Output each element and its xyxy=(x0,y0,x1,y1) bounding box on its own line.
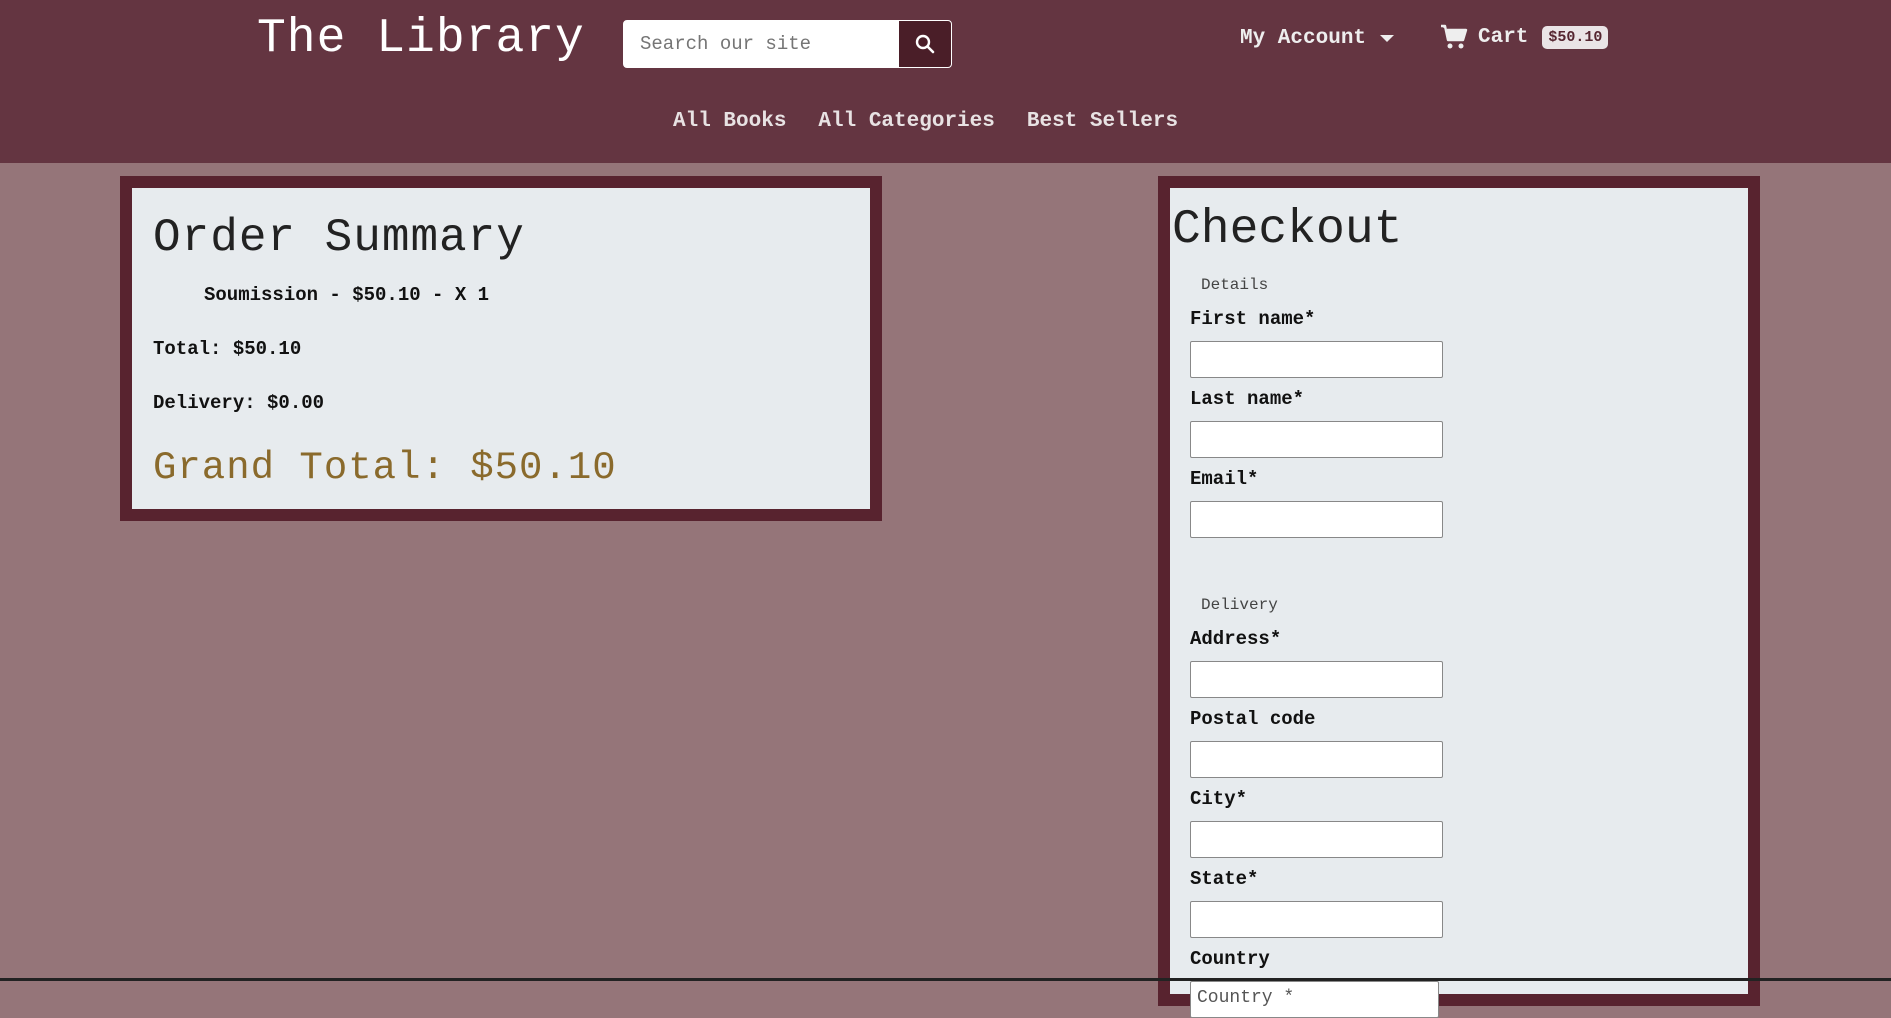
details-legend: Details xyxy=(1201,276,1269,294)
country-label: Country xyxy=(1190,948,1270,970)
country-select[interactable]: Country * xyxy=(1190,981,1439,1018)
email-label: Email* xyxy=(1190,468,1259,490)
order-item-line: Soumission - $50.10 - X 1 xyxy=(204,284,490,306)
order-summary-title: Order Summary xyxy=(153,212,525,264)
search-button[interactable] xyxy=(898,21,951,67)
order-delivery: Delivery: $0.00 xyxy=(153,392,325,414)
postal-code-field[interactable] xyxy=(1190,741,1443,778)
address-label: Address* xyxy=(1190,628,1282,650)
state-field[interactable] xyxy=(1190,901,1443,938)
search-input[interactable] xyxy=(624,21,898,67)
nav-item-all-categories[interactable]: All Categories xyxy=(818,110,994,133)
order-summary-panel: Order Summary Soumission - $50.10 - X 1 … xyxy=(120,176,882,521)
checkout-title: Checkout xyxy=(1172,203,1403,257)
city-label: City* xyxy=(1190,788,1248,810)
my-account-dropdown[interactable]: My Account xyxy=(1240,27,1395,50)
caret-down-icon xyxy=(1380,35,1395,42)
city-field[interactable] xyxy=(1190,821,1443,858)
cart-icon xyxy=(1441,24,1468,49)
grand-total: Grand Total: $50.10 xyxy=(153,446,617,490)
my-account-label: My Account xyxy=(1240,27,1367,50)
first-name-label: First name* xyxy=(1190,308,1316,330)
postal-code-label: Postal code xyxy=(1190,708,1316,730)
search-icon xyxy=(915,34,935,54)
address-field[interactable] xyxy=(1190,661,1443,698)
cart-total-badge: $50.10 xyxy=(1542,25,1609,49)
nav-item-best-sellers[interactable]: Best Sellers xyxy=(1027,110,1178,133)
main-nav: All Books All Categories Best Sellers xyxy=(673,110,1178,133)
order-total: Total: $50.10 xyxy=(153,338,302,360)
search-form xyxy=(623,20,952,68)
delivery-legend: Delivery xyxy=(1201,596,1278,614)
header-bar: The Library My Account Cart $50.10 All B… xyxy=(0,0,1891,163)
site-brand[interactable]: The Library xyxy=(257,12,585,66)
first-name-field[interactable] xyxy=(1190,341,1443,378)
last-name-label: Last name* xyxy=(1190,388,1305,410)
state-label: State* xyxy=(1190,868,1259,890)
nav-item-all-books[interactable]: All Books xyxy=(673,110,786,133)
email-field[interactable] xyxy=(1190,501,1443,538)
checkout-panel: Checkout Details First name* Last name* … xyxy=(1158,176,1760,1018)
cart-link[interactable]: Cart $50.10 xyxy=(1440,24,1609,50)
cart-label: Cart xyxy=(1478,25,1529,49)
last-name-field[interactable] xyxy=(1190,421,1443,458)
